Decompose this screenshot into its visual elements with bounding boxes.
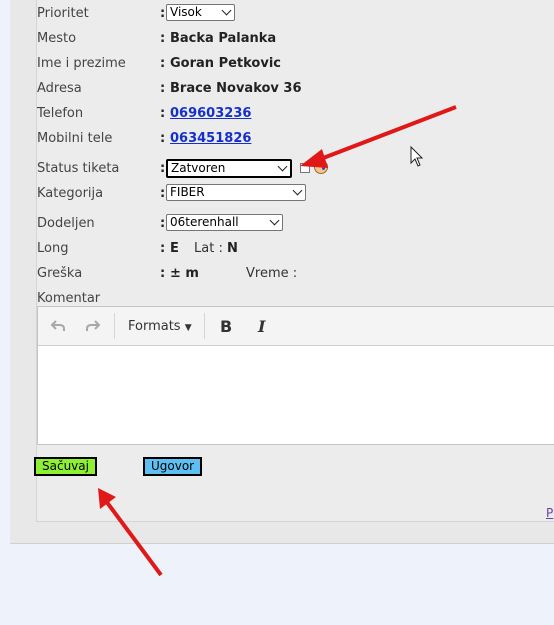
kategorija-label: Kategorija bbox=[37, 186, 104, 201]
ime-label: Ime i prezime bbox=[37, 56, 126, 71]
caret-down-icon: ▼ bbox=[184, 323, 192, 333]
colon: : bbox=[160, 6, 166, 21]
mesto-value: Backa Palanka bbox=[170, 31, 277, 46]
colon: : bbox=[160, 266, 166, 281]
colon: : bbox=[160, 161, 166, 176]
dodeljen-value: 06terenhall bbox=[170, 215, 239, 229]
long-value: E bbox=[170, 241, 179, 256]
palette-icon[interactable] bbox=[313, 159, 329, 175]
telefon-link[interactable]: 069603236 bbox=[170, 106, 251, 122]
comment-editor: Formats ▼ B I bbox=[37, 306, 554, 445]
status-label: Status tiketa bbox=[37, 161, 120, 176]
contract-button[interactable]: Ugovor bbox=[143, 457, 203, 476]
toolbar-divider bbox=[204, 313, 205, 339]
edge-link[interactable]: P bbox=[546, 506, 553, 520]
colon: : bbox=[160, 56, 166, 71]
colon: : bbox=[160, 81, 166, 96]
telefon-label: Telefon bbox=[37, 106, 84, 121]
chevron-down-icon bbox=[277, 161, 288, 172]
lat-label: Lat : bbox=[194, 241, 223, 256]
mobilni-label: Mobilni tele bbox=[37, 131, 113, 146]
colon: : bbox=[160, 131, 166, 146]
komentar-label: Komentar bbox=[37, 291, 101, 306]
greska-label: Greška bbox=[37, 266, 83, 281]
editor-body[interactable] bbox=[38, 346, 554, 445]
chevron-down-icon bbox=[269, 215, 280, 226]
mesto-label: Mesto bbox=[37, 31, 77, 46]
prioritet-label: Prioritet bbox=[37, 6, 89, 21]
vreme-label: Vreme : bbox=[246, 266, 298, 281]
chevron-down-icon bbox=[292, 185, 303, 196]
status-select[interactable]: Zatvoren bbox=[166, 159, 292, 178]
long-label: Long bbox=[37, 241, 69, 256]
colon: : bbox=[160, 106, 166, 121]
colon: : bbox=[160, 31, 166, 46]
bold-button[interactable]: B bbox=[220, 317, 232, 336]
kategorija-select[interactable]: FIBER bbox=[166, 184, 306, 201]
editor-toolbar: Formats ▼ B I bbox=[38, 307, 554, 346]
colon: : bbox=[160, 186, 166, 201]
colon: : bbox=[160, 241, 166, 256]
dodeljen-label: Dodeljen bbox=[37, 216, 95, 231]
prioritet-value: Visok bbox=[170, 5, 202, 19]
chevron-down-icon bbox=[221, 5, 232, 16]
formats-dropdown[interactable]: Formats ▼ bbox=[128, 319, 192, 334]
redo-icon[interactable] bbox=[85, 319, 101, 333]
italic-button[interactable]: I bbox=[258, 317, 265, 336]
prioritet-select[interactable]: Visok bbox=[166, 4, 235, 21]
adresa-value: Brace Novakov 36 bbox=[170, 81, 302, 96]
status-checkbox[interactable] bbox=[300, 163, 310, 173]
lat-value: N bbox=[227, 241, 238, 256]
greska-value: ± m bbox=[170, 266, 199, 281]
ime-value: Goran Petkovic bbox=[170, 56, 281, 71]
undo-icon[interactable] bbox=[50, 319, 66, 333]
save-button[interactable]: Sačuvaj bbox=[34, 457, 97, 476]
adresa-label: Adresa bbox=[37, 81, 82, 96]
formats-label: Formats bbox=[128, 319, 181, 334]
colon: : bbox=[160, 216, 166, 231]
dodeljen-select[interactable]: 06terenhall bbox=[166, 214, 283, 231]
mobilni-link[interactable]: 063451826 bbox=[170, 131, 251, 147]
toolbar-divider bbox=[114, 313, 115, 339]
status-value: Zatvoren bbox=[171, 161, 226, 175]
kategorija-value: FIBER bbox=[170, 185, 205, 199]
